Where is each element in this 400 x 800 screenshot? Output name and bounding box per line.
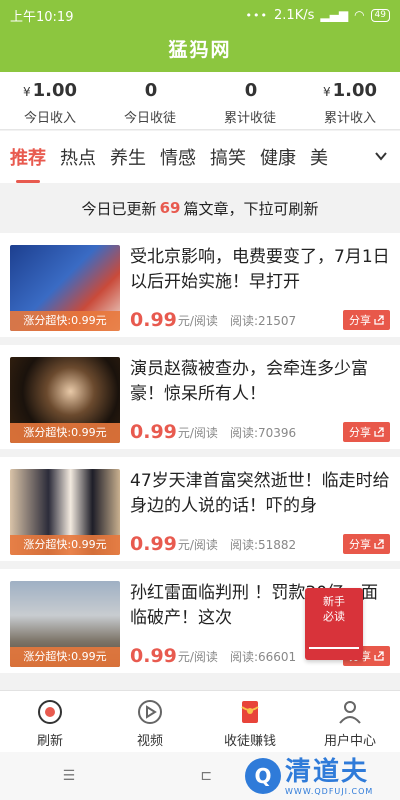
badge-line-1: 新手 — [323, 595, 345, 608]
stat-today-disciples[interactable]: 0 今日收徒 — [100, 72, 200, 129]
wifi-icon: ◠ — [354, 8, 365, 22]
stat-total-income[interactable]: ¥1.00 累计收入 — [300, 72, 400, 129]
chevron-down-icon[interactable] — [368, 143, 394, 169]
watermark-url: WWW.QDFUJI.COM — [285, 786, 374, 796]
share-button[interactable]: 分享 — [343, 534, 390, 554]
nav-label: 视频 — [136, 734, 163, 749]
article-title[interactable]: 演员赵薇被查办，会牵连多少富豪！惊呆所有人！ — [130, 357, 390, 407]
nav-earn[interactable]: 收徒赚钱 — [200, 691, 300, 752]
signal-icon: ▂▄▆ — [320, 8, 349, 22]
app-title: 猛犸网 — [168, 39, 232, 61]
share-icon — [374, 427, 384, 437]
article-thumbnail: 涨分超快:0.99元 — [10, 245, 120, 331]
update-notice: 今日已更新 69 篇文章，下拉可刷新 — [0, 184, 400, 232]
nav-label: 用户中心 — [323, 734, 376, 749]
share-label: 分享 — [349, 426, 371, 439]
stat-label: 今日收入 — [23, 111, 76, 126]
bottom-nav: 刷新 视频 收徒赚钱 用户中心 — [0, 690, 400, 752]
thumbnail-tag: 涨分超快:0.99元 — [10, 311, 120, 331]
notification-dots-icon: ••• — [245, 8, 269, 22]
badge-line-2: 必读 — [323, 610, 345, 623]
price-unit: 元/阅读 — [177, 537, 218, 552]
nav-label: 收徒赚钱 — [223, 734, 276, 749]
play-icon — [135, 697, 165, 727]
price-unit: 元/阅读 — [177, 313, 218, 328]
stat-value: 0 — [144, 80, 158, 101]
thumbnail-tag: 涨分超快:0.99元 — [10, 647, 120, 667]
article-price: 0.99 — [130, 421, 177, 443]
tab-funny[interactable]: 搞笑 — [210, 144, 246, 170]
tab-health-care[interactable]: 养生 — [110, 144, 146, 170]
read-count: 阅读:66601 — [229, 649, 297, 664]
notice-suffix: 篇文章，下拉可刷新 — [183, 199, 319, 218]
read-count: 阅读:51882 — [229, 537, 297, 552]
share-button[interactable]: 分享 — [343, 422, 390, 442]
nav-refresh[interactable]: 刷新 — [0, 691, 100, 752]
list-item[interactable]: 涨分超快:0.99元 47岁天津首富突然逝世！临走时给身边的人说的话！吓的身 0… — [0, 457, 400, 569]
tab-hot[interactable]: 热点 — [60, 144, 96, 170]
article-price: 0.99 — [130, 533, 177, 555]
nav-video[interactable]: 视频 — [100, 691, 200, 752]
stat-value: 1.00 — [32, 80, 78, 101]
article-title[interactable]: 47岁天津首富突然逝世！临走时给身边的人说的话！吓的身 — [130, 469, 390, 519]
article-thumbnail: 涨分超快:0.99元 — [10, 357, 120, 443]
price-unit: 元/阅读 — [177, 425, 218, 440]
stat-label: 累计收入 — [323, 111, 376, 126]
read-count: 阅读:70396 — [229, 425, 297, 440]
nav-label: 刷新 — [36, 734, 63, 749]
battery-icon: 49 — [370, 8, 390, 22]
tab-beauty[interactable]: 美 — [310, 144, 328, 170]
red-envelope-icon — [235, 697, 265, 727]
beginner-guide-badge[interactable]: 新手 必读 — [305, 588, 363, 660]
share-icon — [374, 315, 384, 325]
read-count: 阅读:21507 — [229, 313, 297, 328]
article-thumbnail: 涨分超快:0.99元 — [10, 469, 120, 555]
notice-prefix: 今日已更新 — [81, 199, 157, 218]
share-label: 分享 — [349, 314, 371, 327]
list-item[interactable]: 涨分超快:0.99元 演员赵薇被查办，会牵连多少富豪！惊呆所有人！ 0.99 元… — [0, 345, 400, 457]
menu-icon[interactable]: ☰ — [63, 768, 76, 784]
stat-total-disciples[interactable]: 0 累计收徒 — [200, 72, 300, 129]
stat-value: 1.00 — [332, 80, 378, 101]
share-icon — [374, 539, 384, 549]
network-speed: 2.1K/s — [274, 7, 315, 23]
home-icon[interactable]: ⊏ — [200, 768, 212, 784]
nav-user-center[interactable]: 用户中心 — [300, 691, 400, 752]
watermark-logo-icon: Q — [245, 758, 281, 794]
article-price: 0.99 — [130, 309, 177, 331]
article-price: 0.99 — [130, 645, 177, 667]
app-header: 上午10:19 ••• 2.1K/s ▂▄▆ ◠ 49 猛犸网 — [0, 0, 400, 72]
stat-today-income[interactable]: ¥1.00 今日收入 — [0, 72, 100, 129]
stat-label: 今日收徒 — [123, 111, 176, 126]
notice-count: 69 — [159, 199, 181, 217]
category-tabs: 推荐 热点 养生 情感 搞笑 健康 美 — [0, 131, 400, 183]
status-time: 上午10:19 — [10, 9, 74, 25]
refresh-icon — [35, 697, 65, 727]
tab-emotion[interactable]: 情感 — [160, 144, 196, 170]
article-thumbnail: 涨分超快:0.99元 — [10, 581, 120, 667]
list-item[interactable]: 涨分超快:0.99元 受北京影响，电费要变了，7月1日以后开始实施！早打开 0.… — [0, 233, 400, 345]
share-button[interactable]: 分享 — [343, 310, 390, 330]
stat-value: 0 — [244, 80, 258, 101]
watermark: Q 清道夫 WWW.QDFUJI.COM — [245, 752, 400, 800]
watermark-title: 清道夫 — [285, 756, 370, 787]
user-icon — [335, 697, 365, 727]
share-icon — [374, 651, 384, 661]
price-unit: 元/阅读 — [177, 649, 218, 664]
share-label: 分享 — [349, 538, 371, 551]
earnings-stats: ¥1.00 今日收入 0 今日收徒 0 累计收徒 ¥1.00 累计收入 — [0, 72, 400, 130]
status-bar: 上午10:19 ••• 2.1K/s ▂▄▆ ◠ 49 — [0, 0, 400, 30]
tab-health[interactable]: 健康 — [260, 144, 296, 170]
article-title[interactable]: 受北京影响，电费要变了，7月1日以后开始实施！早打开 — [130, 245, 390, 295]
thumbnail-tag: 涨分超快:0.99元 — [10, 423, 120, 443]
thumbnail-tag: 涨分超快:0.99元 — [10, 535, 120, 555]
stat-label: 累计收徒 — [223, 111, 276, 126]
tab-recommend[interactable]: 推荐 — [10, 144, 46, 183]
